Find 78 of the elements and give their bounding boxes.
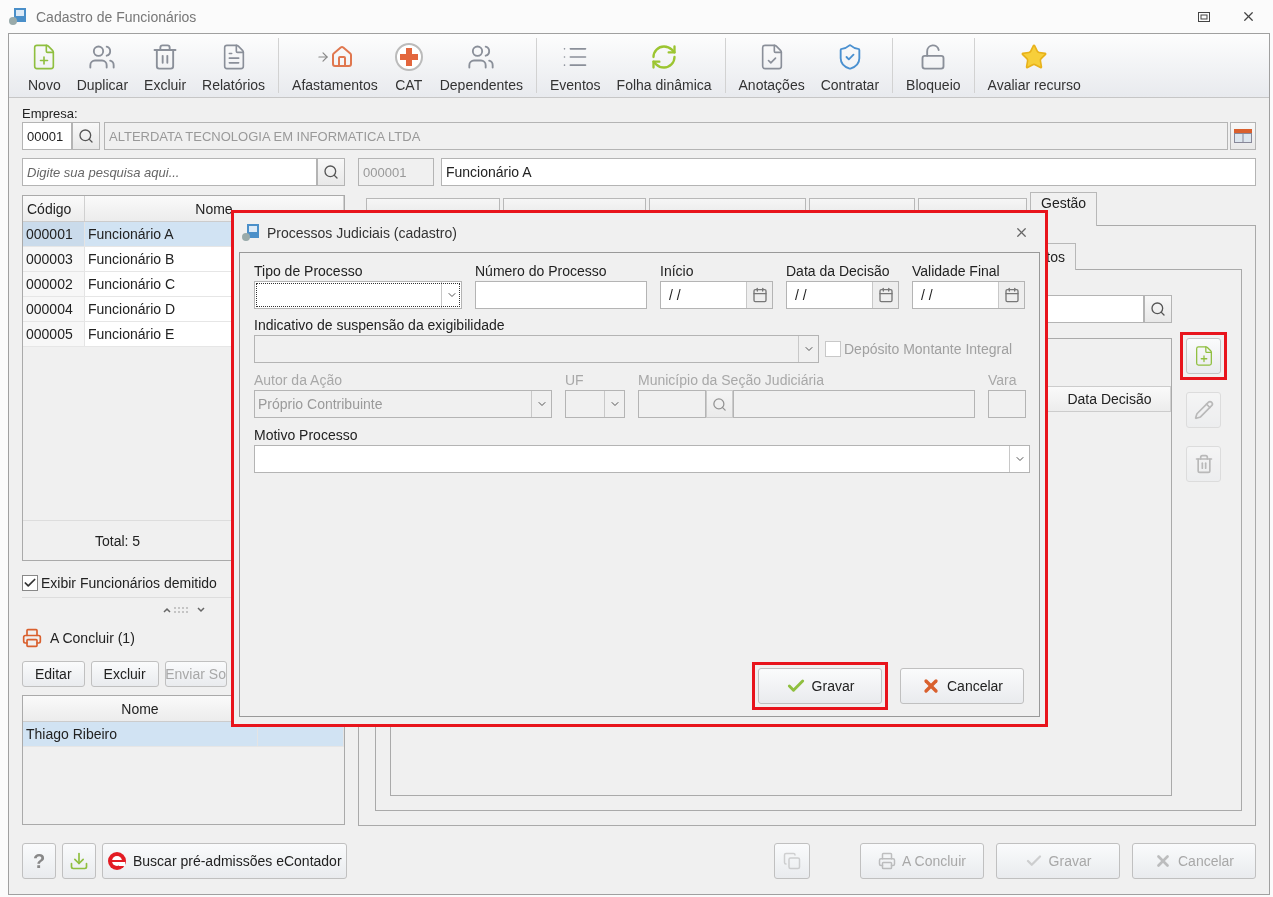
toolbar-button[interactable]: Eventos — [543, 38, 608, 93]
calendar-button[interactable] — [1230, 122, 1256, 150]
search-field[interactable]: Digite sua pesquisa aqui... — [22, 158, 317, 186]
toolbar-button[interactable]: Excluir — [137, 38, 194, 93]
calendar-icon — [1234, 129, 1252, 143]
toolbar-button[interactable]: Avaliar recurso — [980, 38, 1088, 93]
import-button[interactable] — [62, 843, 96, 879]
toolbar-button[interactable]: Contratar — [813, 38, 887, 93]
date-field[interactable]: / / — [912, 281, 1025, 309]
toolbar-button[interactable]: Relatórios — [195, 38, 273, 93]
search-icon — [712, 396, 727, 412]
action-button[interactable]: Editar — [22, 661, 85, 687]
field-label: Vara — [988, 372, 1018, 388]
checkbox-label: Exibir Funcionários demitido — [41, 575, 217, 591]
field-label: Autor da Ação — [254, 372, 343, 388]
field-label: Início — [660, 263, 695, 279]
action-button[interactable]: Excluir — [90, 661, 159, 687]
toolbar-button[interactable]: Duplicar — [69, 38, 136, 93]
calendar-icon — [1003, 287, 1020, 303]
dropdown[interactable] — [254, 281, 462, 309]
field-label: Número do Processo — [475, 263, 608, 279]
cancel-button[interactable]: Cancelar — [900, 668, 1024, 704]
column-header[interactable]: Data Decisão — [1049, 387, 1171, 411]
input-field[interactable] — [733, 390, 975, 418]
checkbox[interactable] — [22, 575, 38, 591]
e-logo-icon — [107, 851, 127, 871]
search-icon — [323, 164, 339, 180]
x-icon — [1154, 852, 1172, 870]
x-icon — [921, 676, 941, 696]
pencil-icon — [1193, 400, 1214, 420]
toolbar-button[interactable]: Afastamentos — [285, 38, 385, 93]
checkbox-label: Depósito Montante Integral — [844, 341, 1013, 357]
field-label: Data da Decisão — [786, 263, 891, 279]
table-cell: 000001 — [23, 222, 85, 246]
toolbar-button[interactable]: CAT — [386, 38, 431, 93]
column-header[interactable]: Código — [23, 196, 85, 221]
trash-icon — [1193, 454, 1214, 474]
calendar-icon — [877, 287, 894, 303]
field-label: Município da Seção Judiciária — [638, 372, 825, 388]
table-cell: 000004 — [23, 297, 85, 321]
save-button[interactable]: Gravar — [758, 668, 882, 704]
field-label: Validade Final — [912, 263, 1001, 279]
input-field[interactable] — [475, 281, 647, 309]
company-code-field[interactable]: 00001 — [22, 122, 72, 150]
field-label: Motivo Processo — [254, 427, 359, 443]
restore-icon — [1198, 11, 1210, 22]
app-icon — [8, 6, 28, 27]
search-icon — [78, 128, 94, 144]
download-icon — [69, 851, 89, 871]
search-button[interactable] — [1144, 295, 1172, 323]
toolbar-button[interactable]: Folha dinâmica — [609, 38, 719, 93]
total-count: Total: 5 — [95, 532, 141, 549]
toolbar-button[interactable]: Dependentes — [432, 38, 530, 93]
window-title: Cadastro de Funcionários — [36, 8, 198, 25]
printer-icon — [22, 628, 42, 648]
search-icon — [1150, 301, 1166, 317]
date-field[interactable]: / / — [786, 281, 899, 309]
field-label: UF — [565, 372, 585, 388]
splitter-grip-icon — [161, 605, 206, 615]
toolbar-button[interactable]: Bloqueio — [899, 38, 968, 93]
new-button[interactable] — [1186, 338, 1221, 374]
app-icon — [241, 222, 261, 243]
search-button[interactable] — [317, 158, 345, 186]
toolbar-button[interactable]: Anotações — [731, 38, 812, 93]
search-button[interactable] — [72, 122, 100, 150]
medical-cross-icon — [393, 42, 424, 72]
table-cell: 000005 — [23, 322, 85, 346]
table-cell: 000003 — [23, 247, 85, 271]
company-label: Empresa: — [22, 106, 79, 122]
section-title: A Concluir (1) — [50, 630, 135, 646]
printer-icon — [878, 852, 897, 870]
date-field[interactable]: / / — [660, 281, 773, 309]
toolbar-button[interactable]: Novo — [21, 38, 68, 93]
copy-icon — [783, 852, 801, 870]
econtador-button[interactable]: Buscar pré-admissões eContador — [102, 843, 347, 879]
employee-name-field[interactable]: Funcionário A — [441, 158, 1256, 186]
calendar-icon — [751, 287, 768, 303]
table-cell: 000002 — [23, 272, 85, 296]
